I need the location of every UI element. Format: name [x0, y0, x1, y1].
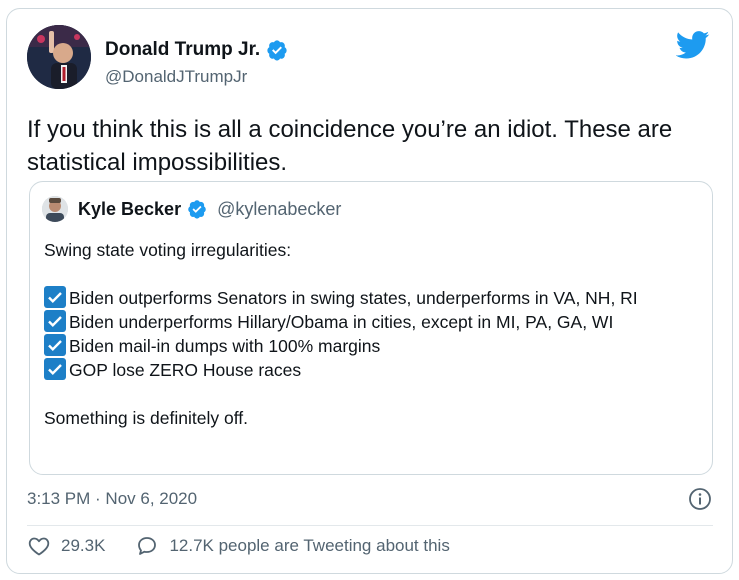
author-name-row: Donald Trump Jr.	[105, 39, 288, 61]
quoted-tweet-header: Kyle Becker @kylenabecker	[42, 196, 341, 222]
like-count: 29.3K	[61, 536, 106, 555]
checkmark-box-icon	[44, 358, 66, 380]
list-item: GOP lose ZERO House races	[44, 358, 700, 382]
line-break	[44, 382, 700, 406]
list-item: Biden underperforms Hillary/Obama in cit…	[44, 310, 700, 334]
conversation-text: 12.7K people are Tweeting about this	[169, 536, 450, 555]
speech-bubble-icon	[138, 537, 157, 555]
checkmark-box-icon	[44, 286, 66, 308]
quoted-outro: Something is definitely off.	[44, 408, 248, 428]
list-item: Biden mail-in dumps with 100% margins	[44, 334, 700, 358]
verified-badge-icon	[188, 200, 206, 219]
quoted-author-avatar[interactable]	[42, 196, 68, 222]
quoted-author-handle[interactable]: @kylenabecker	[217, 199, 341, 220]
line-break	[44, 262, 700, 286]
author-handle[interactable]: @DonaldJTrumpJr	[105, 67, 247, 87]
quoted-intro: Swing state voting irregularities:	[44, 240, 292, 260]
checkmark-box-icon	[44, 334, 66, 356]
checkmark-box-icon	[44, 310, 66, 332]
quoted-tweet-body: Swing state voting irregularities: Biden…	[44, 238, 700, 430]
author-name[interactable]: Donald Trump Jr.	[105, 39, 260, 61]
avatar-image	[27, 25, 91, 89]
list-item-text: Biden outperforms Senators in swing stat…	[69, 288, 638, 308]
heart-icon	[28, 537, 50, 556]
twitter-bird-icon[interactable]	[676, 31, 710, 59]
like-button[interactable]: 29.3K	[27, 534, 105, 558]
tweet-timestamp[interactable]: 3:13 PM · Nov 6, 2020	[27, 489, 197, 509]
list-item-text: Biden mail-in dumps with 100% margins	[69, 336, 381, 356]
list-item-text: GOP lose ZERO House races	[69, 360, 302, 380]
quoted-tweet[interactable]: Kyle Becker @kylenabecker Swing state vo…	[29, 181, 713, 475]
author-avatar[interactable]	[27, 25, 91, 89]
quoted-avatar-image	[42, 196, 68, 222]
conversation-button[interactable]: 12.7K people are Tweeting about this	[135, 534, 450, 558]
verified-badge-icon	[267, 40, 287, 61]
quoted-author-name[interactable]: Kyle Becker	[78, 199, 181, 220]
info-icon[interactable]	[688, 487, 712, 511]
tweet-text: If you think this is all a coincidence y…	[27, 116, 673, 176]
list-item-text: Biden underperforms Hillary/Obama in cit…	[69, 312, 614, 332]
list-item: Biden outperforms Senators in swing stat…	[44, 286, 700, 310]
divider	[27, 525, 713, 526]
tweet-actions: 29.3K 12.7K people are Tweeting about th…	[27, 534, 480, 558]
tweet-card: Donald Trump Jr. @DonaldJTrumpJr If you …	[6, 8, 733, 574]
